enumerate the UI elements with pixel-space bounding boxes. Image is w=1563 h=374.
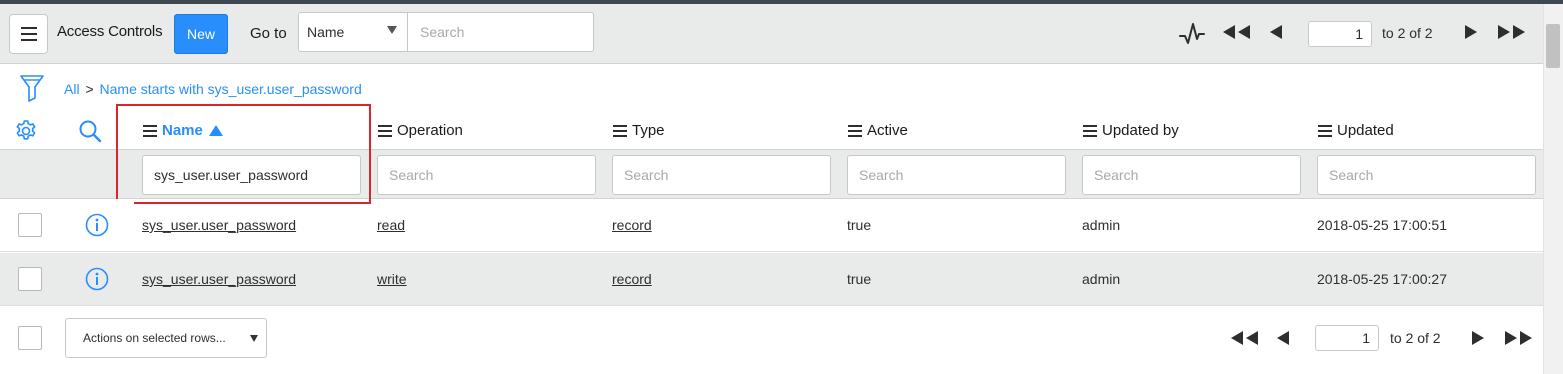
breadcrumb-condition[interactable]: Name starts with sys_user.user_password [100,81,362,97]
cell-type-link[interactable]: record [612,271,652,287]
info-icon[interactable] [85,213,109,237]
column-label: Updated [1337,122,1394,139]
highlight-annotation-box [116,104,371,204]
table-row: sys_user.user_password read record true … [0,199,1543,252]
last-page-icon[interactable] [1496,24,1528,40]
cell-updated-by: admin [1082,271,1121,287]
cell-active: true [847,271,872,287]
first-page-icon[interactable] [1221,24,1253,40]
column-header-operation[interactable]: Operation [378,122,463,139]
column-label: Updated by [1102,122,1179,139]
goto-field-value: Name [307,24,345,40]
first-page-icon[interactable] [1229,330,1261,346]
list-toolbar: Access Controls New Go to Name Search 1 … [0,4,1543,64]
active-search-input[interactable]: Search [847,155,1066,195]
caret-down-icon [387,26,397,34]
cell-updated: 2018-05-25 17:00:27 [1317,271,1447,287]
cell-name-link[interactable]: sys_user.user_password [142,271,296,287]
gear-icon[interactable] [14,119,38,143]
column-menu-icon[interactable] [378,123,392,138]
updated-by-search-input[interactable]: Search [1082,155,1301,195]
prev-page-icon[interactable] [1269,24,1283,40]
list-title: Access Controls [57,23,163,40]
cell-operation-link[interactable]: read [377,217,405,233]
footer-page-number-input[interactable]: 1 [1315,325,1379,351]
column-header-updated[interactable]: Updated [1318,122,1394,139]
prev-page-icon[interactable] [1276,330,1290,346]
page-count-text: to 2 of 2 [1382,25,1433,41]
goto-label: Go to [250,25,287,42]
new-button[interactable]: New [174,14,228,54]
column-label: Operation [397,122,463,139]
cell-updated: 2018-05-25 17:00:51 [1317,217,1447,233]
cell-operation-link[interactable]: write [377,271,407,287]
cell-name-link[interactable]: sys_user.user_password [142,217,296,233]
breadcrumb-separator: > [85,81,94,97]
column-label: Active [867,122,908,139]
select-all-checkbox[interactable] [18,326,42,350]
cell-updated-by: admin [1082,217,1121,233]
menu-icon [20,25,37,43]
column-menu-icon[interactable] [1318,123,1332,138]
cell-active: true [847,217,872,233]
operation-search-input[interactable]: Search [377,155,596,195]
column-menu-icon[interactable] [1083,123,1097,138]
row-checkbox[interactable] [18,213,42,237]
breadcrumb-all[interactable]: All [64,81,80,97]
actions-select[interactable]: Actions on selected rows... [65,318,267,358]
breadcrumb: All > Name starts with sys_user.user_pas… [64,81,362,97]
last-page-icon[interactable] [1503,330,1535,346]
column-menu-icon[interactable] [613,123,627,138]
column-header-active[interactable]: Active [848,122,908,139]
activity-icon[interactable] [1179,21,1205,47]
menu-button[interactable] [9,14,48,54]
next-page-icon[interactable] [1464,24,1478,40]
cell-type-link[interactable]: record [612,217,652,233]
scrollbar-thumb[interactable] [1546,24,1560,68]
updated-search-input[interactable]: Search [1317,155,1536,195]
goto-field-select[interactable]: Name [298,12,408,52]
caret-down-icon [250,335,258,342]
page-number-input[interactable]: 1 [1308,21,1372,47]
next-page-icon[interactable] [1471,330,1485,346]
type-search-input[interactable]: Search [612,155,831,195]
column-header-updated-by[interactable]: Updated by [1083,122,1179,139]
column-menu-icon[interactable] [848,123,862,138]
filter-icon[interactable] [20,74,44,102]
goto-search-input[interactable]: Search [407,12,594,52]
actions-label: Actions on selected rows... [83,331,226,345]
search-icon[interactable] [78,119,102,143]
row-checkbox[interactable] [18,267,42,291]
column-header-type[interactable]: Type [613,122,665,139]
footer-page-count-text: to 2 of 2 [1390,330,1441,346]
table-row: sys_user.user_password write record true… [0,253,1543,306]
column-label: Type [632,122,665,139]
info-icon[interactable] [85,267,109,291]
